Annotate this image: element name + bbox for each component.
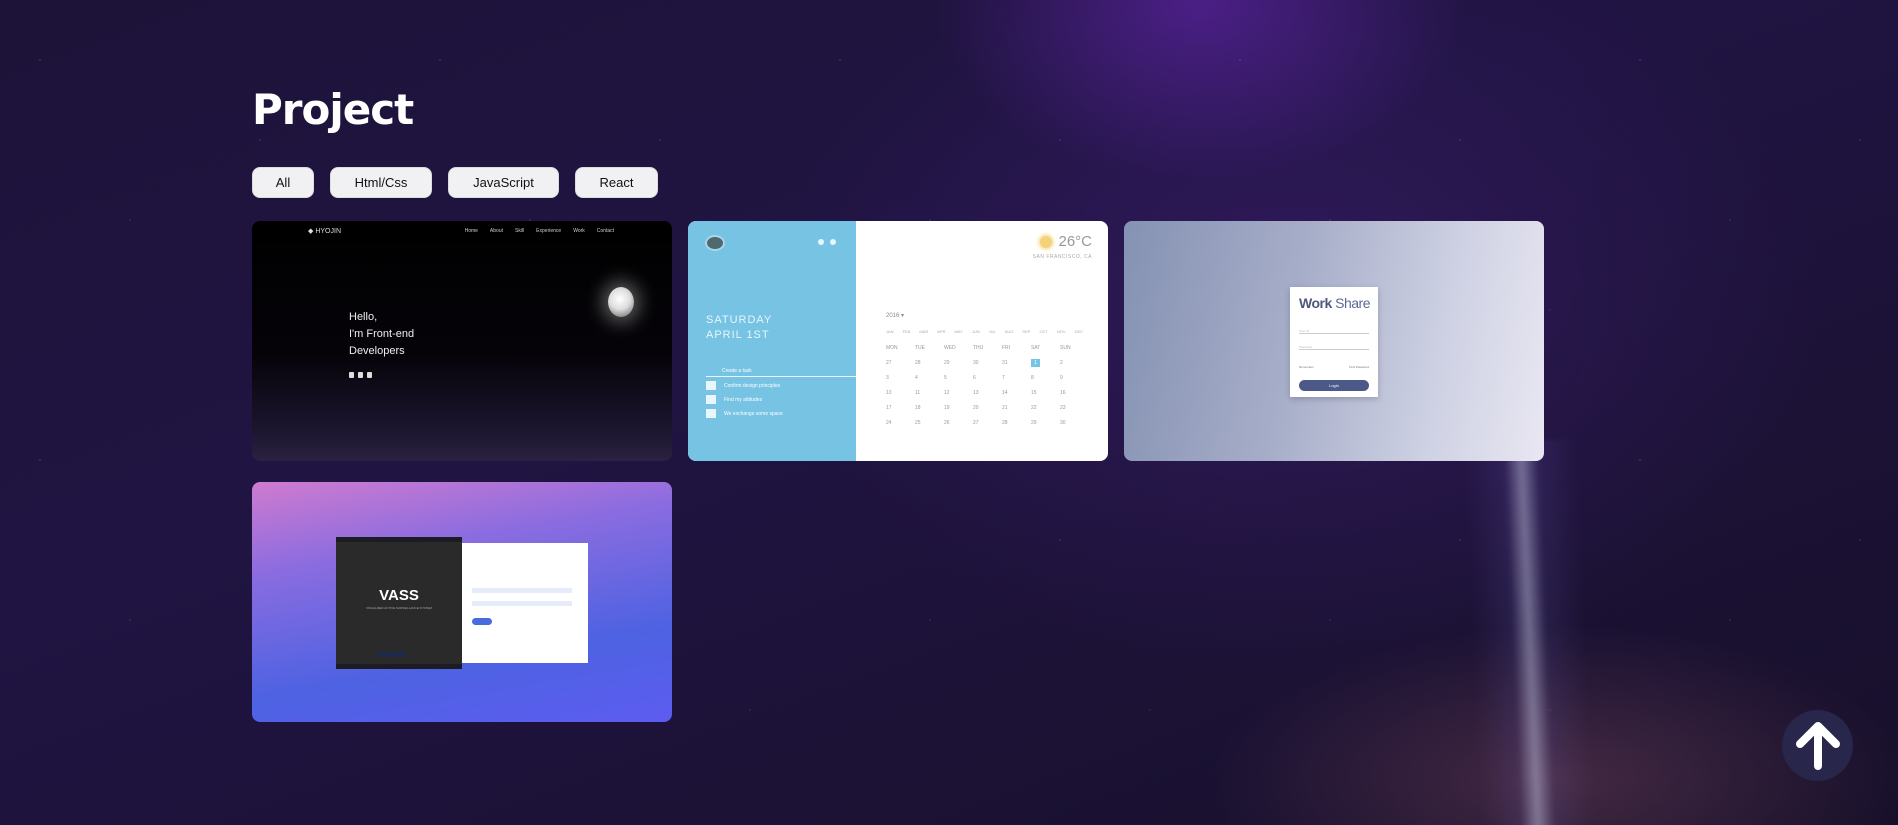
calendar-month: NOV xyxy=(1056,329,1066,334)
filter-html-css-button[interactable]: Html/Css xyxy=(330,167,432,198)
calendar-month: DEC xyxy=(1074,329,1084,334)
calendar-day: 10 xyxy=(886,390,892,396)
login-button: Login xyxy=(1299,380,1369,391)
calendar-day: 29 xyxy=(944,360,950,366)
calendar-month: SEP xyxy=(1022,329,1031,334)
password-field: Password xyxy=(1299,345,1369,350)
filter-javascript-button[interactable]: JavaScript xyxy=(448,167,559,198)
vass-subtitle: VISUALIZED ACTIVE SURVEILLANCE SYSTEM xyxy=(366,606,432,610)
filter-react-button[interactable]: React xyxy=(575,167,658,198)
vass-brand-panel: VASS VISUALIZED ACTIVE SURVEILLANCE SYST… xyxy=(336,537,462,669)
sun-icon xyxy=(1040,236,1053,249)
calendar-day: 23 xyxy=(1060,405,1066,411)
calendar-day: 24 xyxy=(886,420,892,426)
calendar-day: 9 xyxy=(1060,375,1063,381)
calendar-weekday: FRI xyxy=(1002,345,1011,351)
vass-title: VASS xyxy=(379,587,419,604)
calendar-day: 14 xyxy=(1002,390,1008,396)
task-item: Find my attitudes xyxy=(706,395,762,404)
calendar-day: 27 xyxy=(886,360,892,366)
filter-all-button[interactable]: All xyxy=(252,167,314,198)
calendar-weekday: SUN xyxy=(1060,345,1071,351)
calendar-month: APR xyxy=(937,329,946,334)
project-section: Project All Html/Css JavaScript React ◆ … xyxy=(252,86,1552,722)
calendar-day: 7 xyxy=(1002,375,1005,381)
calendar-month: FEB xyxy=(902,329,911,334)
calendar-day: 17 xyxy=(886,405,892,411)
calendar-day: 29 xyxy=(1031,420,1037,426)
calendar-year: 2016 ▾ xyxy=(886,313,905,319)
calendar-weekday: THU xyxy=(973,345,984,351)
calendar-month: MAR xyxy=(919,329,929,334)
calendar-months: JAN FEB MAR APR MAY JUN JUL AUG SEP OCT NOV DEC xyxy=(886,329,1083,334)
moon-image xyxy=(608,287,634,317)
calendar-sidebar: SATURDAY APRIL 1ST Create a task Confirm… xyxy=(688,221,856,461)
calendar-day: 19 xyxy=(944,405,950,411)
calendar-month: MAY xyxy=(954,329,963,334)
calendar-day: 5 xyxy=(944,375,947,381)
calendar-day: 13 xyxy=(973,390,979,396)
calendar-day: 20 xyxy=(973,405,979,411)
page-title: Project xyxy=(252,85,414,134)
calendar-day: 11 xyxy=(915,390,921,396)
calendar-weekday: TUE xyxy=(915,345,925,351)
calendar-day: 30 xyxy=(1060,420,1066,426)
calendar-day: 6 xyxy=(973,375,976,381)
project-card-calendar[interactable]: SATURDAY APRIL 1ST Create a task Confirm… xyxy=(688,221,1108,461)
project-grid: ◆ HYOJIN Home About Skill Experience Wor… xyxy=(252,221,1552,722)
filter-bar: All Html/Css JavaScript React xyxy=(252,167,1552,198)
calendar-day: 21 xyxy=(1002,405,1008,411)
vass-login-panel xyxy=(462,543,588,663)
calendar-selected-date: SATURDAY APRIL 1ST xyxy=(706,314,773,341)
calendar-month: OCT xyxy=(1039,329,1048,334)
calendar-day: 22 xyxy=(1031,405,1037,411)
calendar-weekday: MON xyxy=(886,345,898,351)
login-options: Remember Find Password xyxy=(1299,365,1369,369)
calendar-weekday: SAT xyxy=(1031,345,1041,351)
calendar-day: 16 xyxy=(1060,390,1066,396)
task-item: We exchange some space xyxy=(706,409,783,418)
calendar-day: 31 xyxy=(1002,360,1008,366)
portfolio-hero-text: Hello, I'm Front-end Developers xyxy=(349,311,415,357)
avatar xyxy=(705,235,725,251)
login-box: Work Share User ID Password Remember Fin… xyxy=(1290,287,1378,397)
calendar-day: 15 xyxy=(1031,390,1037,396)
calendar-day: 26 xyxy=(944,420,950,426)
calendar-day: 4 xyxy=(915,375,918,381)
calendar-day: 30 xyxy=(973,360,979,366)
calendar-month: JUN xyxy=(971,329,980,334)
project-card-workshare[interactable]: Work Share User ID Password Remember Fin… xyxy=(1124,221,1544,461)
portfolio-nav: Home About Skill Experience Work Contact xyxy=(464,228,614,234)
weather-readout: 26°C xyxy=(1040,233,1092,250)
task-header: Create a task xyxy=(706,368,856,377)
calendar-weekday: WED xyxy=(944,345,956,351)
calendar-month: JAN xyxy=(886,329,894,334)
calendar-day: 27 xyxy=(973,420,979,426)
user-id-field: User ID xyxy=(1299,329,1369,334)
calendar-month: AUG xyxy=(1004,329,1014,334)
weather-city: SAN FRANCISCO, CA xyxy=(1032,254,1092,260)
calendar-day: 3 xyxy=(886,375,889,381)
arrow-up-icon xyxy=(1795,721,1840,770)
calendar-day: 18 xyxy=(915,405,921,411)
calendar-day: 8 xyxy=(1031,375,1034,381)
scroll-to-top-button[interactable] xyxy=(1782,710,1853,781)
portfolio-social-icons xyxy=(349,372,372,378)
calendar-grid: MON TUE WED THU FRI SAT SUN 27 28 29 30 31 1 2 3 4 5 6 7 8 9… xyxy=(886,344,1089,427)
workshare-logo: Work Share xyxy=(1299,295,1370,311)
calendar-day: 28 xyxy=(915,360,921,366)
calendar-day: 25 xyxy=(915,420,921,426)
calendar-day: 1 xyxy=(1031,359,1040,367)
portfolio-logo: ◆ HYOJIN xyxy=(308,228,341,235)
task-item: Confirm design principles xyxy=(706,381,780,390)
project-card-portfolio[interactable]: ◆ HYOJIN Home About Skill Experience Wor… xyxy=(252,221,672,461)
calendar-day: 2 xyxy=(1060,360,1063,366)
project-card-vass[interactable]: VASS VISUALIZED ACTIVE SURVEILLANCE SYST… xyxy=(252,482,672,722)
calendar-day: 12 xyxy=(944,390,950,396)
calendar-header-icons xyxy=(818,239,836,245)
calendar-day: 28 xyxy=(1002,420,1008,426)
calendar-month: JUL xyxy=(988,329,996,334)
